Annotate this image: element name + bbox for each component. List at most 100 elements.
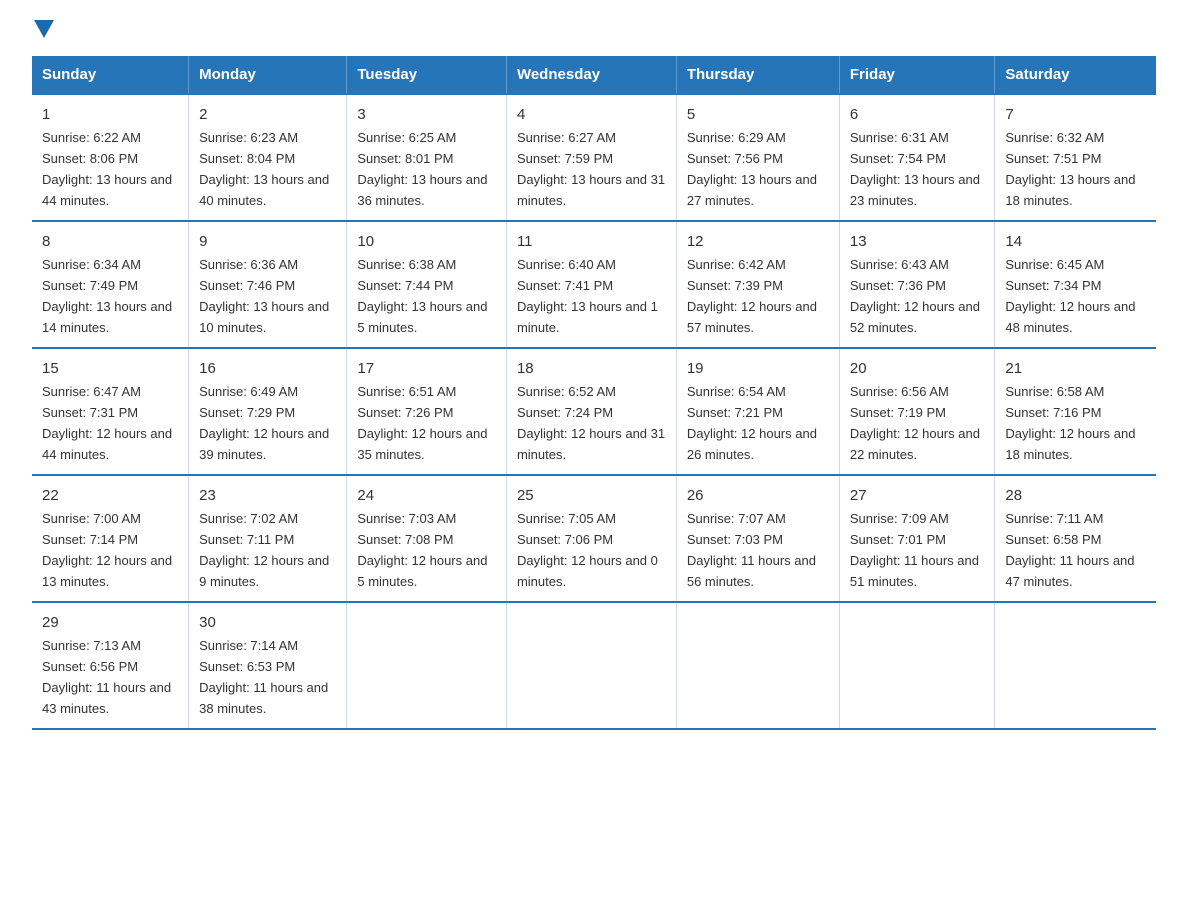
calendar-cell: 7 Sunrise: 6:32 AMSunset: 7:51 PMDaylight… [995, 94, 1156, 221]
day-number: 7 [1005, 103, 1146, 126]
calendar-cell: 26Sunrise: 7:07 AMSunset: 7:03 PMDayligh… [676, 475, 839, 602]
calendar-cell: 1 Sunrise: 6:22 AMSunset: 8:06 PMDaylight… [32, 94, 189, 221]
day-number: 15 [42, 357, 178, 380]
day-number: 25 [517, 484, 666, 507]
calendar-cell: 23 Sunrise: 7:02 AMSunset: 7:11 PMDayligh… [189, 475, 347, 602]
day-info: Sunrise: 7:02 AMSunset: 7:11 PMDaylight:… [199, 511, 329, 589]
calendar-cell: 21 Sunrise: 6:58 AMSunset: 7:16 PMDayligh… [995, 348, 1156, 475]
day-number: 8 [42, 230, 178, 253]
calendar-cell: 17 Sunrise: 6:51 AMSunset: 7:26 PMDayligh… [347, 348, 507, 475]
calendar-cell: 18 Sunrise: 6:52 AMSunset: 7:24 PMDayligh… [506, 348, 676, 475]
day-number: 4 [517, 103, 666, 126]
day-number: 2 [199, 103, 336, 126]
calendar-header-row: SundayMondayTuesdayWednesdayThursdayFrid… [32, 56, 1156, 94]
calendar-cell [676, 602, 839, 729]
calendar-cell: 5 Sunrise: 6:29 AMSunset: 7:56 PMDaylight… [676, 94, 839, 221]
day-info: Sunrise: 6:31 AMSunset: 7:54 PMDaylight:… [850, 130, 980, 208]
calendar-cell [506, 602, 676, 729]
calendar-cell: 20 Sunrise: 6:56 AMSunset: 7:19 PMDayligh… [839, 348, 995, 475]
calendar-table: SundayMondayTuesdayWednesdayThursdayFrid… [32, 56, 1156, 730]
calendar-cell: 16Sunrise: 6:49 AMSunset: 7:29 PMDayligh… [189, 348, 347, 475]
day-number: 9 [199, 230, 336, 253]
day-info: Sunrise: 6:43 AMSunset: 7:36 PMDaylight:… [850, 257, 980, 335]
day-number: 22 [42, 484, 178, 507]
day-number: 18 [517, 357, 666, 380]
day-info: Sunrise: 6:32 AMSunset: 7:51 PMDaylight:… [1005, 130, 1135, 208]
day-info: Sunrise: 6:54 AMSunset: 7:21 PMDaylight:… [687, 384, 817, 462]
day-number: 19 [687, 357, 829, 380]
day-info: Sunrise: 6:38 AMSunset: 7:44 PMDaylight:… [357, 257, 487, 335]
day-info: Sunrise: 6:51 AMSunset: 7:26 PMDaylight:… [357, 384, 487, 462]
day-info: Sunrise: 7:11 AMSunset: 6:58 PMDaylight:… [1005, 511, 1134, 589]
day-number: 11 [517, 230, 666, 253]
calendar-week-row: 15 Sunrise: 6:47 AMSunset: 7:31 PMDayligh… [32, 348, 1156, 475]
day-info: Sunrise: 6:23 AMSunset: 8:04 PMDaylight:… [199, 130, 329, 208]
calendar-cell [347, 602, 507, 729]
column-header-saturday: Saturday [995, 56, 1156, 94]
calendar-cell: 30Sunrise: 7:14 AMSunset: 6:53 PMDayligh… [189, 602, 347, 729]
column-header-friday: Friday [839, 56, 995, 94]
day-number: 14 [1005, 230, 1146, 253]
calendar-cell: 9Sunrise: 6:36 AMSunset: 7:46 PMDaylight… [189, 221, 347, 348]
day-info: Sunrise: 6:47 AMSunset: 7:31 PMDaylight:… [42, 384, 172, 462]
logo-triangle-icon [34, 20, 54, 38]
calendar-cell: 29 Sunrise: 7:13 AMSunset: 6:56 PMDayligh… [32, 602, 189, 729]
calendar-cell: 24 Sunrise: 7:03 AMSunset: 7:08 PMDayligh… [347, 475, 507, 602]
column-header-monday: Monday [189, 56, 347, 94]
day-number: 21 [1005, 357, 1146, 380]
day-number: 17 [357, 357, 496, 380]
calendar-week-row: 29 Sunrise: 7:13 AMSunset: 6:56 PMDayligh… [32, 602, 1156, 729]
logo [32, 24, 54, 38]
day-info: Sunrise: 7:13 AMSunset: 6:56 PMDaylight:… [42, 638, 171, 716]
day-info: Sunrise: 6:58 AMSunset: 7:16 PMDaylight:… [1005, 384, 1135, 462]
day-info: Sunrise: 6:25 AMSunset: 8:01 PMDaylight:… [357, 130, 487, 208]
calendar-cell: 11Sunrise: 6:40 AMSunset: 7:41 PMDayligh… [506, 221, 676, 348]
day-info: Sunrise: 6:29 AMSunset: 7:56 PMDaylight:… [687, 130, 817, 208]
day-info: Sunrise: 7:00 AMSunset: 7:14 PMDaylight:… [42, 511, 172, 589]
calendar-cell: 25 Sunrise: 7:05 AMSunset: 7:06 PMDayligh… [506, 475, 676, 602]
day-number: 26 [687, 484, 829, 507]
calendar-cell: 14 Sunrise: 6:45 AMSunset: 7:34 PMDayligh… [995, 221, 1156, 348]
day-info: Sunrise: 6:42 AMSunset: 7:39 PMDaylight:… [687, 257, 817, 335]
day-number: 24 [357, 484, 496, 507]
day-number: 12 [687, 230, 829, 253]
calendar-week-row: 1 Sunrise: 6:22 AMSunset: 8:06 PMDaylight… [32, 94, 1156, 221]
day-number: 28 [1005, 484, 1146, 507]
day-number: 20 [850, 357, 985, 380]
day-number: 1 [42, 103, 178, 126]
column-header-tuesday: Tuesday [347, 56, 507, 94]
day-number: 13 [850, 230, 985, 253]
day-info: Sunrise: 6:52 AMSunset: 7:24 PMDaylight:… [517, 384, 665, 462]
day-info: Sunrise: 6:34 AMSunset: 7:49 PMDaylight:… [42, 257, 172, 335]
calendar-cell: 3 Sunrise: 6:25 AMSunset: 8:01 PMDaylight… [347, 94, 507, 221]
calendar-cell: 12 Sunrise: 6:42 AMSunset: 7:39 PMDayligh… [676, 221, 839, 348]
calendar-cell: 19 Sunrise: 6:54 AMSunset: 7:21 PMDayligh… [676, 348, 839, 475]
calendar-cell: 10 Sunrise: 6:38 AMSunset: 7:44 PMDayligh… [347, 221, 507, 348]
calendar-week-row: 8 Sunrise: 6:34 AMSunset: 7:49 PMDaylight… [32, 221, 1156, 348]
day-number: 5 [687, 103, 829, 126]
day-number: 10 [357, 230, 496, 253]
day-info: Sunrise: 6:56 AMSunset: 7:19 PMDaylight:… [850, 384, 980, 462]
calendar-cell [995, 602, 1156, 729]
column-header-sunday: Sunday [32, 56, 189, 94]
column-header-thursday: Thursday [676, 56, 839, 94]
day-number: 23 [199, 484, 336, 507]
calendar-cell: 6 Sunrise: 6:31 AMSunset: 7:54 PMDaylight… [839, 94, 995, 221]
day-number: 3 [357, 103, 496, 126]
day-info: Sunrise: 7:03 AMSunset: 7:08 PMDaylight:… [357, 511, 487, 589]
calendar-cell [839, 602, 995, 729]
calendar-cell: 27Sunrise: 7:09 AMSunset: 7:01 PMDayligh… [839, 475, 995, 602]
day-info: Sunrise: 6:45 AMSunset: 7:34 PMDaylight:… [1005, 257, 1135, 335]
day-number: 6 [850, 103, 985, 126]
day-number: 29 [42, 611, 178, 634]
calendar-week-row: 22 Sunrise: 7:00 AMSunset: 7:14 PMDayligh… [32, 475, 1156, 602]
day-info: Sunrise: 6:27 AMSunset: 7:59 PMDaylight:… [517, 130, 665, 208]
calendar-cell: 2 Sunrise: 6:23 AMSunset: 8:04 PMDaylight… [189, 94, 347, 221]
calendar-cell: 28 Sunrise: 7:11 AMSunset: 6:58 PMDayligh… [995, 475, 1156, 602]
header [32, 24, 1156, 38]
day-number: 30 [199, 611, 336, 634]
day-info: Sunrise: 7:09 AMSunset: 7:01 PMDaylight:… [850, 511, 979, 589]
day-info: Sunrise: 6:22 AMSunset: 8:06 PMDaylight:… [42, 130, 172, 208]
day-info: Sunrise: 7:05 AMSunset: 7:06 PMDaylight:… [517, 511, 658, 589]
calendar-cell: 15 Sunrise: 6:47 AMSunset: 7:31 PMDayligh… [32, 348, 189, 475]
